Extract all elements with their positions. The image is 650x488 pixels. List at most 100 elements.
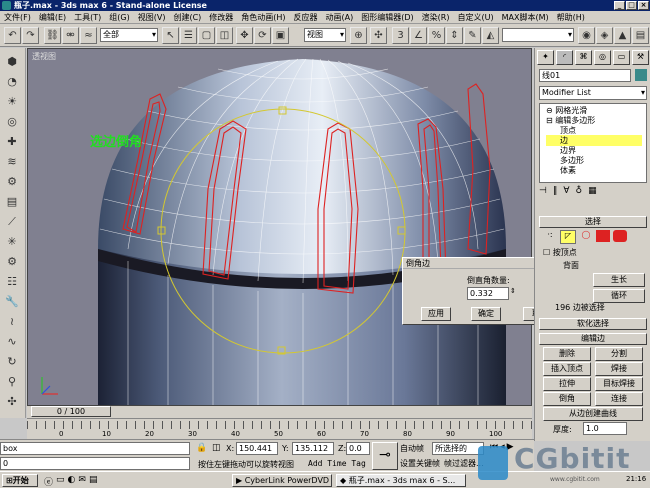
- make-unique-icon[interactable]: ∀: [563, 186, 569, 200]
- menu-create[interactable]: 创建(C): [169, 12, 205, 23]
- maxscript-output-field[interactable]: 0: [0, 457, 190, 470]
- connect-button[interactable]: 连接: [595, 392, 643, 406]
- hair-icon[interactable]: ≀: [4, 314, 20, 330]
- hierarchy-tab-icon[interactable]: ⌘: [575, 50, 592, 65]
- render-type-icon[interactable]: ▤: [632, 27, 649, 44]
- set-key-button[interactable]: 设置关键帧: [400, 458, 440, 469]
- z-coordinate-field[interactable]: 0.0: [346, 442, 370, 455]
- task-powerdvd[interactable]: ▶ CyberLink PowerDVD: [232, 474, 332, 487]
- vertex-mode-icon[interactable]: ·:: [543, 230, 557, 242]
- insert-vertex-button[interactable]: 插入顶点: [543, 362, 591, 376]
- mirror-icon[interactable]: ◭: [482, 27, 499, 44]
- viewport-label[interactable]: 透视图: [32, 51, 56, 62]
- bind-space-warp-icon[interactable]: ≈: [80, 27, 97, 44]
- link-icon[interactable]: ⛓: [44, 27, 61, 44]
- display-tab-icon[interactable]: ▭: [613, 50, 630, 65]
- menu-character[interactable]: 角色动画(H): [237, 12, 289, 23]
- menu-help[interactable]: 帮助(H): [553, 12, 589, 23]
- spinner-snap-icon[interactable]: ⇕: [446, 27, 463, 44]
- material-editor-icon[interactable]: ◉: [578, 27, 595, 44]
- layers-icon[interactable]: ▤: [4, 194, 20, 210]
- select-rotate-icon[interactable]: ⟳: [254, 27, 271, 44]
- menu-rendering[interactable]: 渲染(R): [418, 12, 454, 23]
- named-selection-icon[interactable]: ✎: [464, 27, 481, 44]
- lock-selection-icon[interactable]: 🔒: [196, 443, 207, 453]
- minimize-button[interactable]: _: [614, 1, 625, 10]
- start-button[interactable]: ⊞开始: [2, 474, 38, 487]
- maxscript-listener-field[interactable]: box: [0, 442, 190, 455]
- undo-icon[interactable]: ↶: [4, 27, 21, 44]
- spinner-icon[interactable]: ⇕: [510, 287, 516, 295]
- maximize-button[interactable]: □: [626, 1, 637, 10]
- wave-icon[interactable]: ∿: [4, 334, 20, 350]
- angle-snap-icon[interactable]: ∠: [410, 27, 427, 44]
- add-time-tag-button[interactable]: Add Time Tag: [308, 459, 366, 468]
- menu-modifiers[interactable]: 修改器: [205, 12, 237, 23]
- cloth-icon[interactable]: ☷: [4, 274, 20, 290]
- object-color-swatch[interactable]: [635, 69, 647, 81]
- create-tab-icon[interactable]: ✦: [537, 50, 554, 65]
- menu-group[interactable]: 组(G): [105, 12, 133, 23]
- element-mode-icon[interactable]: [613, 230, 627, 242]
- menu-file[interactable]: 文件(F): [0, 12, 35, 23]
- select-move-icon[interactable]: ✥: [236, 27, 253, 44]
- space-warp-icon[interactable]: ≋: [4, 154, 20, 170]
- selection-rollout-header[interactable]: 选择: [539, 216, 647, 228]
- named-selection-sets-dropdown[interactable]: [502, 28, 574, 42]
- close-button[interactable]: ×: [638, 1, 649, 10]
- edit-edges-header[interactable]: 编辑边: [539, 333, 647, 345]
- reference-coord-dropdown[interactable]: 视图: [304, 28, 346, 42]
- selection-filter-dropdown[interactable]: 全部: [100, 28, 158, 42]
- select-by-name-icon[interactable]: ☰: [180, 27, 197, 44]
- weld-button[interactable]: 焊接: [595, 362, 643, 376]
- thickness-field[interactable]: 1.0: [583, 422, 627, 435]
- chamfer-amount-field[interactable]: 0.332: [467, 287, 509, 300]
- particles-icon[interactable]: ✳: [4, 234, 20, 250]
- menu-maxscript[interactable]: MAX脚本(M): [498, 12, 553, 23]
- desktop-icon[interactable]: ▭: [56, 475, 65, 488]
- wrench-icon[interactable]: 🔧: [4, 294, 20, 310]
- pin-stack-icon[interactable]: ⊣: [539, 186, 547, 200]
- percent-snap-icon[interactable]: %: [428, 27, 445, 44]
- select-scale-icon[interactable]: ▣: [272, 27, 289, 44]
- time-slider[interactable]: 0 / 100: [27, 406, 532, 418]
- polygon-mode-icon[interactable]: [596, 230, 610, 242]
- folder-icon[interactable]: ▤: [89, 475, 98, 488]
- edge-mode-icon[interactable]: ◸: [560, 230, 576, 244]
- apply-button[interactable]: 应用: [421, 307, 451, 321]
- track-bar[interactable]: 0 10 20 30 40 50 60 70 80 90 100: [27, 418, 532, 439]
- border-mode-icon[interactable]: ◯: [579, 230, 593, 242]
- by-vertex-checkbox[interactable]: ☐ 按顶点: [543, 247, 577, 258]
- configure-modifier-icon[interactable]: ▦: [588, 186, 597, 200]
- stack-item-element[interactable]: 体素: [560, 165, 576, 176]
- key-icon[interactable]: ⊸: [372, 442, 398, 470]
- render-scene-icon[interactable]: ◈: [596, 27, 613, 44]
- perspective-viewport[interactable]: 透视图 选边倒角: [27, 48, 532, 406]
- modifier-list-dropdown[interactable]: Modifier List: [539, 86, 647, 100]
- ok-button[interactable]: 确定: [471, 307, 501, 321]
- select-manipulate-icon[interactable]: ✣: [370, 27, 387, 44]
- target-weld-button[interactable]: 目标焊接: [595, 377, 643, 391]
- camera-icon[interactable]: ◎: [4, 114, 20, 130]
- object-name-field[interactable]: 线01: [539, 69, 631, 82]
- task-3dsmax[interactable]: ◆ 瓶子.max - 3ds max 6 - S...: [336, 474, 466, 487]
- bone-icon[interactable]: ⟋: [4, 214, 20, 230]
- modify-tab-icon[interactable]: ◜: [556, 50, 573, 65]
- time-slider-thumb[interactable]: 0 / 100: [31, 406, 111, 417]
- menu-reactor[interactable]: 反应器: [290, 12, 322, 23]
- snap-toggle-icon[interactable]: 3: [392, 27, 409, 44]
- utilities-tab-icon[interactable]: ⚒: [632, 50, 649, 65]
- loop-icon[interactable]: ↻: [4, 354, 20, 370]
- rectangular-selection-icon[interactable]: ▢: [198, 27, 215, 44]
- select-object-icon[interactable]: ↖: [162, 27, 179, 44]
- menu-customize[interactable]: 自定义(U): [453, 12, 497, 23]
- create-geometry-icon[interactable]: ⬢: [4, 54, 20, 70]
- auto-key-button[interactable]: 自动帧: [400, 443, 424, 454]
- gear-icon[interactable]: ⚙: [4, 254, 20, 270]
- remove-button[interactable]: 删除: [543, 347, 591, 361]
- x-coordinate-field[interactable]: 150.441: [236, 442, 278, 455]
- compass-icon[interactable]: ✣: [4, 394, 20, 410]
- pivot-center-icon[interactable]: ⊕: [350, 27, 367, 44]
- menu-graph-editors[interactable]: 图形编辑器(D): [357, 12, 417, 23]
- light-icon[interactable]: ☀: [4, 94, 20, 110]
